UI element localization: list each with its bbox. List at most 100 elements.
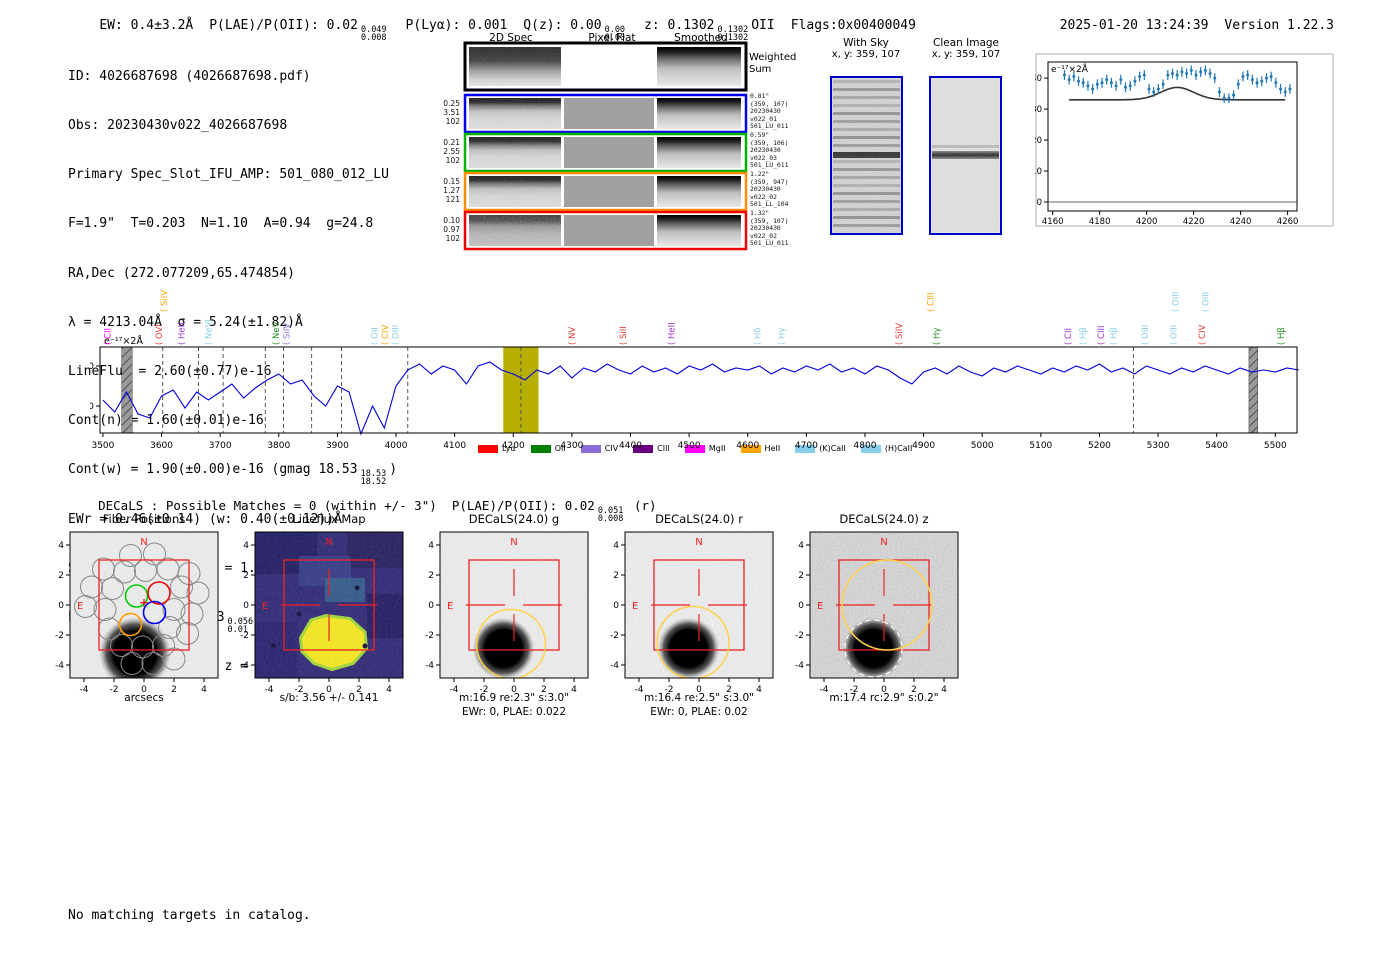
svg-text:2: 2 [58, 571, 64, 581]
svg-text:-2: -2 [480, 685, 489, 695]
svg-text:2: 2 [243, 571, 249, 581]
svg-text:( NV: ( NV [568, 327, 578, 345]
svg-text:-4: -4 [80, 685, 89, 695]
svg-text:e⁻¹⁷×2Å: e⁻¹⁷×2Å [1051, 63, 1089, 75]
svg-text:( Hγ: ( Hγ [778, 328, 788, 345]
svg-text:0: 0 [243, 601, 249, 611]
header-timestamp: 2025-01-20 13:24:39 [1059, 18, 1209, 33]
svg-text:( Hβ: ( Hβ [1277, 327, 1287, 345]
header-z: z: 0.1302 [644, 18, 715, 33]
svg-text:4: 4 [243, 541, 249, 551]
svg-text:E: E [77, 601, 83, 612]
svg-text:4400: 4400 [619, 441, 642, 451]
svg-text:4240: 4240 [1230, 217, 1252, 227]
svg-text:0: 0 [326, 685, 332, 695]
svg-text:0: 0 [798, 601, 804, 611]
footer-line-1: No matching targets in catalog. [68, 908, 311, 923]
svg-text:( CIII: ( CIII [1097, 326, 1107, 345]
svg-text:2: 2 [911, 685, 917, 695]
svg-text:0: 0 [696, 685, 702, 695]
cutout-g: N E -4 -4 -2 -2 0 0 2 2 4 4 [425, 531, 589, 695]
cutout-caption-g: EWr: 0, PLAE: 0.022 [461, 706, 567, 718]
svg-text:( Hγ: ( Hγ [932, 328, 942, 345]
svg-text:4100: 4100 [443, 441, 466, 451]
cutout-fiber: N E -4 -4 -2 -2 0 0 2 2 4 4 [55, 531, 219, 695]
svg-text:-4: -4 [795, 661, 804, 671]
svg-text:( OVI: ( OVI [155, 324, 165, 345]
svg-text:( OIII: ( OIII [1172, 292, 1182, 312]
svg-text:4220: 4220 [1183, 217, 1205, 227]
svg-text:-4: -4 [55, 661, 64, 671]
svg-text:N: N [880, 537, 887, 548]
spec2d-row-left-label: 0.10 0.97 102 [443, 216, 460, 243]
svg-text:( NeVI: ( NeVI [204, 319, 214, 345]
cutout-title-r: DECaLS(24.0) r [655, 512, 743, 526]
svg-text:E: E [262, 601, 268, 612]
header-z-type: OII [751, 18, 775, 33]
svg-text:-4: -4 [610, 661, 619, 671]
spec2d-row-left-label: 0.21 2.55 102 [443, 138, 460, 165]
svg-text:0: 0 [511, 685, 517, 695]
svg-text:4: 4 [386, 685, 392, 695]
svg-text:( CIV: ( CIV [1198, 325, 1208, 345]
svg-text:( SiIV: ( SiIV [895, 323, 905, 345]
svg-text:5000: 5000 [971, 441, 994, 451]
cutout-title-lineflux: Lineflux Map [292, 512, 366, 526]
svg-text:5400: 5400 [1205, 441, 1228, 451]
svg-text:4800: 4800 [854, 441, 877, 451]
svg-text:( OII: ( OII [370, 327, 380, 345]
svg-text:10: 10 [1035, 167, 1042, 177]
svg-text:( Hδ: ( Hδ [754, 327, 764, 345]
svg-text:4: 4 [941, 685, 947, 695]
svg-text:4: 4 [58, 541, 64, 551]
info-fwhm: F=1.9" T=0.203 N=1.10 A=0.94 g=24.8 [68, 216, 374, 232]
svg-text:N: N [140, 537, 147, 548]
svg-text:3900: 3900 [326, 441, 349, 451]
svg-text:( OIII: ( OIII [1141, 325, 1151, 345]
svg-text:4: 4 [798, 541, 804, 551]
svg-text:3500: 3500 [91, 441, 114, 451]
svg-text:4260: 4260 [1277, 217, 1299, 227]
svg-text:-4: -4 [635, 685, 644, 695]
svg-text:2: 2 [171, 685, 177, 695]
svg-text:E: E [447, 601, 453, 612]
svg-text:4180: 4180 [1089, 217, 1111, 227]
footer-note: No matching targets in catalog. Row inte… [68, 876, 311, 953]
svg-text:-4: -4 [265, 685, 274, 695]
cutout-caption-r: EWr: 0, PLAE: 0.02 [650, 706, 748, 718]
info-primary-spec: Primary Spec_Slot_IFU_AMP: 501_080_012_L… [68, 167, 389, 183]
svg-text:E: E [817, 601, 823, 612]
cutout-title-z: DECaLS(24.0) z [839, 512, 929, 526]
header-timestamp-version: 2025-01-20 13:24:39 Version 1.22.3 [1028, 3, 1334, 48]
svg-text:20: 20 [1035, 136, 1042, 146]
cutout-lineflux: N E -4 -4 -2 -2 0 0 2 2 4 4 [240, 531, 404, 695]
svg-text:2: 2 [428, 571, 434, 581]
svg-text:2: 2 [798, 571, 804, 581]
svg-text:0: 0 [881, 685, 887, 695]
svg-text:( SiIV: ( SiIV [282, 323, 292, 345]
svg-text:-2: -2 [295, 685, 304, 695]
svg-text:4300: 4300 [560, 441, 583, 451]
spec2d-row-left-label: 0.25 3.51 102 [443, 99, 460, 126]
svg-text:-2: -2 [850, 685, 859, 695]
svg-text:-4: -4 [450, 685, 459, 695]
with-sky-image [830, 76, 903, 235]
svg-text:( SiII: ( SiII [619, 326, 629, 345]
header-ew: EW: 0.4±3.2Å [99, 18, 194, 33]
clean-image-coords: x, y: 359, 107 [931, 49, 1001, 60]
svg-text:4000: 4000 [385, 441, 408, 451]
header-flags: Flags:0x00400049 [790, 18, 916, 33]
svg-text:0: 0 [141, 685, 147, 695]
svg-text:-2: -2 [240, 631, 249, 641]
svg-text:0: 0 [58, 601, 64, 611]
svg-text:5500: 5500 [1264, 441, 1287, 451]
svg-text:0: 0 [613, 601, 619, 611]
svg-text:( HeII: ( HeII [668, 322, 678, 345]
svg-text:-4: -4 [240, 661, 249, 671]
svg-text:4900: 4900 [912, 441, 935, 451]
with-sky-coords: x, y: 359, 107 [831, 49, 901, 60]
svg-text:4: 4 [201, 685, 207, 695]
svg-text:0: 0 [1037, 198, 1042, 208]
svg-text:4700: 4700 [795, 441, 818, 451]
svg-text:4: 4 [428, 541, 434, 551]
